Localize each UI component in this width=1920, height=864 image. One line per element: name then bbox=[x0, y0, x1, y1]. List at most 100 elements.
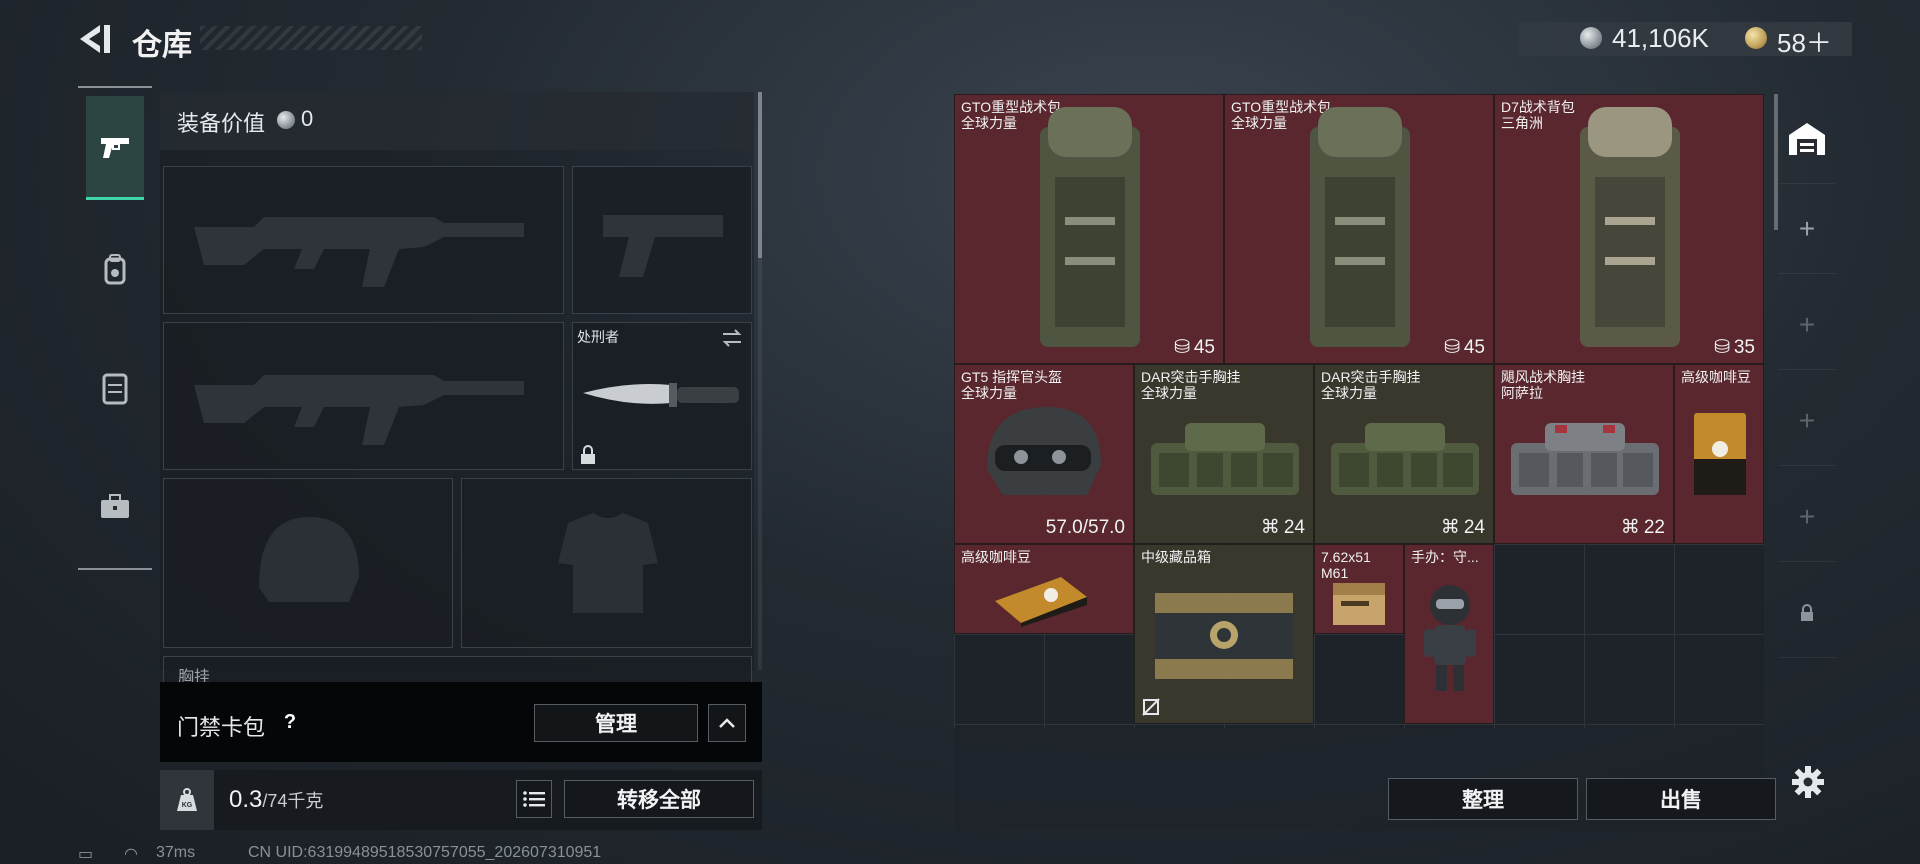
pistol-slot[interactable] bbox=[572, 166, 752, 314]
vest-capacity-icon: ⌘ bbox=[1440, 517, 1460, 538]
gold-currency-amount[interactable]: 58＋ bbox=[1777, 23, 1832, 60]
item-name: D7战术背包 三角洲 bbox=[1501, 99, 1575, 131]
helmet-slot[interactable] bbox=[163, 478, 453, 648]
sell-button[interactable]: 出售 bbox=[1586, 778, 1776, 820]
helmet-silhouette-icon bbox=[259, 517, 359, 602]
item-capacity: ⌘ 24 bbox=[1440, 516, 1485, 539]
item-name: 中级藏品箱 bbox=[1141, 549, 1211, 565]
wifi-icon: ◠ bbox=[124, 846, 138, 863]
add-page-button-2[interactable]: + bbox=[1778, 280, 1836, 370]
item-name: 飓风战术胸挂 阿萨拉 bbox=[1501, 369, 1585, 401]
warehouse-icon bbox=[1789, 122, 1825, 155]
stash-item-dar-vest-2[interactable]: DAR突击手胸挂 全球力量 ⌘ 24 bbox=[1314, 364, 1494, 544]
pistol-silhouette-icon bbox=[603, 215, 723, 277]
chevron-up-icon bbox=[719, 718, 735, 728]
stash-item-ammo[interactable]: 7.62x51 M61 bbox=[1314, 544, 1404, 634]
armor-slot[interactable] bbox=[461, 478, 752, 648]
stash-item-coffee-2[interactable]: 高级咖啡豆 bbox=[954, 544, 1134, 634]
collection-box-image bbox=[1155, 593, 1293, 679]
lock-icon bbox=[1801, 603, 1813, 621]
backpack-image bbox=[1310, 107, 1410, 347]
backpack-icon bbox=[104, 254, 126, 285]
coffee-bag-image bbox=[995, 577, 1087, 627]
nav-case[interactable] bbox=[86, 454, 144, 558]
vest-image bbox=[1511, 423, 1659, 495]
stash-item-collection-box[interactable]: 中级藏品箱 bbox=[1134, 544, 1314, 724]
knife-icon bbox=[583, 383, 739, 407]
capacity-icon: ⛁ bbox=[1443, 337, 1460, 358]
stash-item-figure[interactable]: 手办：守... bbox=[1404, 544, 1494, 724]
helmet-image bbox=[987, 407, 1101, 495]
item-name: GT5 指挥官头盔 全球力量 bbox=[961, 369, 1063, 401]
item-name: DAR突击手胸挂 全球力量 bbox=[1141, 369, 1241, 401]
no-trade-icon bbox=[1142, 698, 1160, 716]
silver-coin-icon bbox=[1580, 27, 1602, 49]
item-name: DAR突击手胸挂 全球力量 bbox=[1321, 369, 1421, 401]
equipment-value: 0 bbox=[301, 106, 314, 131]
item-name: 手办：守... bbox=[1411, 549, 1479, 565]
sort-button[interactable]: 整理 bbox=[1388, 778, 1578, 820]
add-page-button-3[interactable]: + bbox=[1778, 376, 1836, 466]
add-page-button-1[interactable]: + bbox=[1778, 184, 1836, 274]
list-view-button[interactable] bbox=[516, 780, 552, 818]
vest-capacity-icon: ⌘ bbox=[1260, 517, 1280, 538]
coffee-bag-image bbox=[1694, 413, 1746, 495]
item-name: 高级咖啡豆 bbox=[1681, 369, 1751, 385]
back-arrow-icon[interactable] bbox=[76, 22, 116, 56]
nav-weapon[interactable] bbox=[86, 96, 144, 200]
swap-icon[interactable] bbox=[721, 329, 743, 347]
help-icon[interactable]: ? bbox=[276, 708, 304, 736]
pistol-icon bbox=[101, 137, 129, 158]
rifle-silhouette-icon bbox=[194, 217, 524, 287]
stash-item-gto-backpack-2[interactable]: GTO重型战术包 全球力量 ⛁ 45 bbox=[1224, 94, 1494, 364]
locked-page[interactable] bbox=[1778, 568, 1836, 658]
lock-icon bbox=[581, 445, 595, 464]
secondary-weapon-slot[interactable] bbox=[163, 322, 564, 470]
keycard-label: 门禁卡包 bbox=[177, 715, 266, 740]
transfer-all-button[interactable]: 转移全部 bbox=[564, 780, 754, 818]
armor-silhouette-icon bbox=[558, 513, 658, 613]
vest-image bbox=[1331, 423, 1479, 495]
stash-home-tab[interactable] bbox=[1778, 94, 1836, 184]
item-capacity: ⌘ 22 bbox=[1620, 516, 1665, 539]
vest-capacity-icon: ⌘ bbox=[1620, 517, 1640, 538]
collapse-button[interactable] bbox=[708, 704, 746, 742]
melee-item-name: 处刑者 bbox=[577, 329, 619, 345]
briefcase-icon bbox=[101, 494, 129, 518]
add-page-button-4[interactable]: + bbox=[1778, 472, 1836, 562]
left-scrollbar-thumb[interactable] bbox=[758, 92, 762, 258]
stash-item-gto-backpack-1[interactable]: GTO重型战术包 全球力量 ⛁ 45 bbox=[954, 94, 1224, 364]
item-capacity: ⌘ 24 bbox=[1260, 516, 1305, 539]
list-icon bbox=[523, 791, 545, 807]
item-name: 7.62x51 M61 bbox=[1321, 549, 1371, 581]
item-name: 高级咖啡豆 bbox=[961, 549, 1031, 565]
vest-icon bbox=[102, 373, 128, 405]
stash-page-rail: + + + + bbox=[1778, 94, 1836, 830]
manage-button[interactable]: 管理 bbox=[534, 704, 698, 742]
figure-image bbox=[1424, 585, 1476, 691]
stash-item-dar-vest-1[interactable]: DAR突击手胸挂 全球力量 ⌘ 24 bbox=[1134, 364, 1314, 544]
primary-weapon-slot[interactable] bbox=[163, 166, 564, 314]
settings-gear-icon[interactable] bbox=[1790, 764, 1826, 800]
stash-item-gt5-helmet[interactable]: GT5 指挥官头盔 全球力量 57.0/57.0 bbox=[954, 364, 1134, 544]
item-capacity: ⛁ 45 bbox=[1173, 336, 1215, 359]
stash-item-hurricane-vest[interactable]: 飓风战术胸挂 阿萨拉 ⌘ 22 bbox=[1494, 364, 1674, 544]
stash-grid: GTO重型战术包 全球力量 ⛁ 45 GTO重型战术包 全球力量 ⛁ 45 D7战术背包… bbox=[954, 94, 1764, 728]
nav-vest[interactable] bbox=[86, 336, 144, 440]
capacity-icon: ⛁ bbox=[1173, 337, 1190, 358]
item-capacity: ⛁ 35 bbox=[1713, 336, 1755, 359]
kg-label: KG bbox=[182, 802, 193, 809]
gold-coin-icon bbox=[1745, 27, 1767, 49]
stash-item-coffee-1[interactable]: 高级咖啡豆 bbox=[1674, 364, 1764, 544]
stash-item-d7-backpack[interactable]: D7战术背包 三角洲 ⛁ 35 bbox=[1494, 94, 1764, 364]
backpack-image bbox=[1580, 107, 1680, 347]
ping-text: 37ms bbox=[156, 844, 196, 861]
page-title: 仓库 bbox=[132, 29, 192, 62]
item-durability: 57.0/57.0 bbox=[1045, 517, 1125, 538]
uid-text: CN UID:631994895185307570​55_20260731095… bbox=[248, 844, 602, 861]
melee-slot[interactable]: 处刑者 bbox=[572, 322, 752, 470]
nav-backpack[interactable] bbox=[86, 218, 144, 322]
weight-icon: KG bbox=[160, 770, 214, 830]
item-capacity: ⛁ 45 bbox=[1443, 336, 1485, 359]
equipment-value-label: 装备价值 bbox=[177, 111, 266, 136]
